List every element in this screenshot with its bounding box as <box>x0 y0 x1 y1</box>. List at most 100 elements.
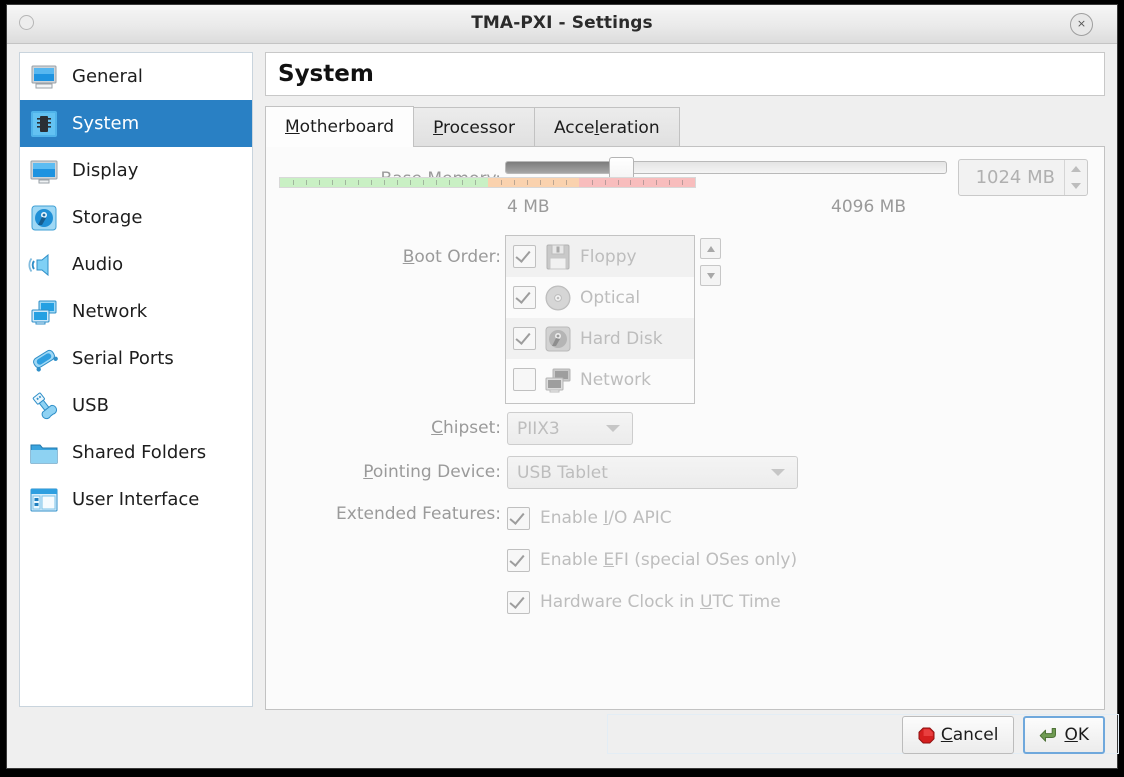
page-title: System <box>278 61 374 87</box>
tab-bar: Motherboard Processor Acceleration <box>265 106 1105 147</box>
boot-order-list[interactable]: Floppy Optical Hard Disk Network <box>505 235 695 404</box>
motherboard-tab-panel: Base Memory: 4 MB 4096 MB 1024 MB <box>265 146 1105 710</box>
dialog-buttons: Cancel OK <box>901 716 1105 754</box>
settings-window: TMA-PXI - Settings × General System Displa… <box>6 4 1119 769</box>
tab-motherboard[interactable]: Motherboard <box>265 106 415 147</box>
tab-processor[interactable]: Processor <box>413 107 535 147</box>
window-title: TMA-PXI - Settings <box>471 13 653 33</box>
memory-scale-green-zone <box>280 178 488 187</box>
close-icon[interactable]: × <box>1070 13 1093 36</box>
memory-scale-bar <box>279 177 696 188</box>
sidebar-item-general[interactable]: General <box>20 53 252 100</box>
ok-arrow-icon <box>1040 727 1057 742</box>
cancel-button-label: Cancel <box>940 725 999 745</box>
boot-order-item[interactable]: Hard Disk <box>506 318 694 359</box>
sidebar-item-network[interactable]: Network <box>20 288 252 335</box>
sidebar-item-storage[interactable]: Storage <box>20 194 252 241</box>
base-memory-max-label: 4096 MB <box>831 197 906 217</box>
extended-feature-label: Enable I/O APIC <box>540 508 672 528</box>
slider-fill <box>506 162 621 173</box>
pointing-device-value: USB Tablet <box>517 462 608 483</box>
usb-icon <box>28 390 60 422</box>
spinner-down-icon[interactable] <box>1065 178 1087 196</box>
extended-feature-checkbox[interactable] <box>507 506 530 530</box>
optical-icon <box>542 282 574 314</box>
sidebar-item-serial-ports[interactable]: Serial Ports <box>20 335 252 382</box>
serial-port-icon <box>28 343 60 375</box>
ok-button-label: OK <box>1064 725 1089 745</box>
sidebar-item-label: Serial Ports <box>72 348 174 369</box>
extended-features-list: Enable I/O APIC Enable EFI (special OSes … <box>507 497 797 623</box>
boot-order-item[interactable]: Floppy <box>506 236 694 277</box>
pointing-device-label: Pointing Device: <box>363 462 501 482</box>
pointing-device-dropdown[interactable]: USB Tablet <box>507 456 798 489</box>
boot-item-label: Network <box>580 369 651 390</box>
boot-item-checkbox[interactable] <box>513 245 536 268</box>
sidebar-item-display[interactable]: Display <box>20 147 252 194</box>
base-memory-spinbox[interactable]: 1024 MB <box>958 159 1088 196</box>
ok-button[interactable]: OK <box>1023 716 1105 754</box>
move-down-icon[interactable] <box>700 265 721 286</box>
sidebar-item-audio[interactable]: Audio <box>20 241 252 288</box>
window-body: General System Display Storage Audio Network S… <box>7 44 1119 768</box>
boot-order-buttons <box>700 238 721 292</box>
sidebar-item-label: Shared Folders <box>72 442 207 463</box>
boot-item-label: Floppy <box>580 246 637 267</box>
sidebar-item-label: System <box>72 113 140 134</box>
boot-item-checkbox[interactable] <box>513 327 536 350</box>
base-memory-value: 1024 MB <box>975 167 1055 188</box>
chipset-label: Chipset: <box>431 418 501 438</box>
sidebar-item-system[interactable]: System <box>20 100 252 147</box>
memory-scale-red-zone <box>578 178 695 187</box>
boot-item-checkbox[interactable] <box>513 368 536 391</box>
extended-feature-checkbox[interactable] <box>507 590 530 614</box>
boot-item-checkbox[interactable] <box>513 286 536 309</box>
sidebar-item-label: USB <box>72 395 109 416</box>
display-icon <box>28 155 60 187</box>
sidebar-item-label: Audio <box>72 254 124 275</box>
chevron-down-icon <box>606 425 620 432</box>
title-bar: TMA-PXI - Settings × <box>7 5 1117 44</box>
base-memory-slider[interactable] <box>505 157 947 184</box>
floppy-icon <box>542 241 574 273</box>
extended-features-label: Extended Features: <box>336 504 501 524</box>
extended-feature-item[interactable]: Hardware Clock in UTC Time <box>507 581 797 623</box>
extended-feature-checkbox[interactable] <box>507 548 530 572</box>
network-icon <box>542 364 574 396</box>
settings-content: System Motherboard Processor Acceleration … <box>265 52 1105 710</box>
tab-label: Processor <box>433 118 515 138</box>
sidebar-item-shared-folders[interactable]: Shared Folders <box>20 429 252 476</box>
sidebar-item-label: User Interface <box>72 489 200 510</box>
network-icon <box>28 296 60 328</box>
extended-feature-label: Hardware Clock in UTC Time <box>540 592 781 612</box>
move-up-icon[interactable] <box>700 238 721 259</box>
extended-feature-label: Enable EFI (special OSes only) <box>540 550 798 570</box>
extended-feature-item[interactable]: Enable I/O APIC <box>507 497 797 539</box>
chipset-dropdown[interactable]: PIIX3 <box>507 412 633 445</box>
spinner-up-icon[interactable] <box>1065 160 1087 178</box>
settings-sidebar: General System Display Storage Audio Network S… <box>19 52 253 707</box>
tab-label: Acceleration <box>553 118 660 138</box>
user-interface-icon <box>28 484 60 516</box>
harddisk-icon <box>542 323 574 355</box>
speaker-icon <box>28 249 60 281</box>
extended-feature-item[interactable]: Enable EFI (special OSes only) <box>507 539 797 581</box>
sidebar-item-user-interface[interactable]: User Interface <box>20 476 252 523</box>
base-memory-min-label: 4 MB <box>507 197 550 217</box>
cancel-button[interactable]: Cancel <box>901 716 1015 754</box>
chip-icon <box>28 108 60 140</box>
tab-acceleration[interactable]: Acceleration <box>533 107 680 147</box>
sidebar-item-usb[interactable]: USB <box>20 382 252 429</box>
boot-item-label: Hard Disk <box>580 328 663 349</box>
memory-scale-orange-zone <box>487 178 579 187</box>
monitor-icon <box>28 61 60 93</box>
slider-track[interactable] <box>505 161 947 174</box>
cancel-icon <box>918 727 935 743</box>
harddisk-icon <box>28 202 60 234</box>
boot-order-item[interactable]: Optical <box>506 277 694 318</box>
page-header: System <box>265 52 1105 96</box>
sidebar-item-label: Display <box>72 160 139 181</box>
sidebar-item-label: General <box>72 66 143 87</box>
boot-order-item[interactable]: Network <box>506 359 694 400</box>
chipset-value: PIIX3 <box>517 418 560 439</box>
